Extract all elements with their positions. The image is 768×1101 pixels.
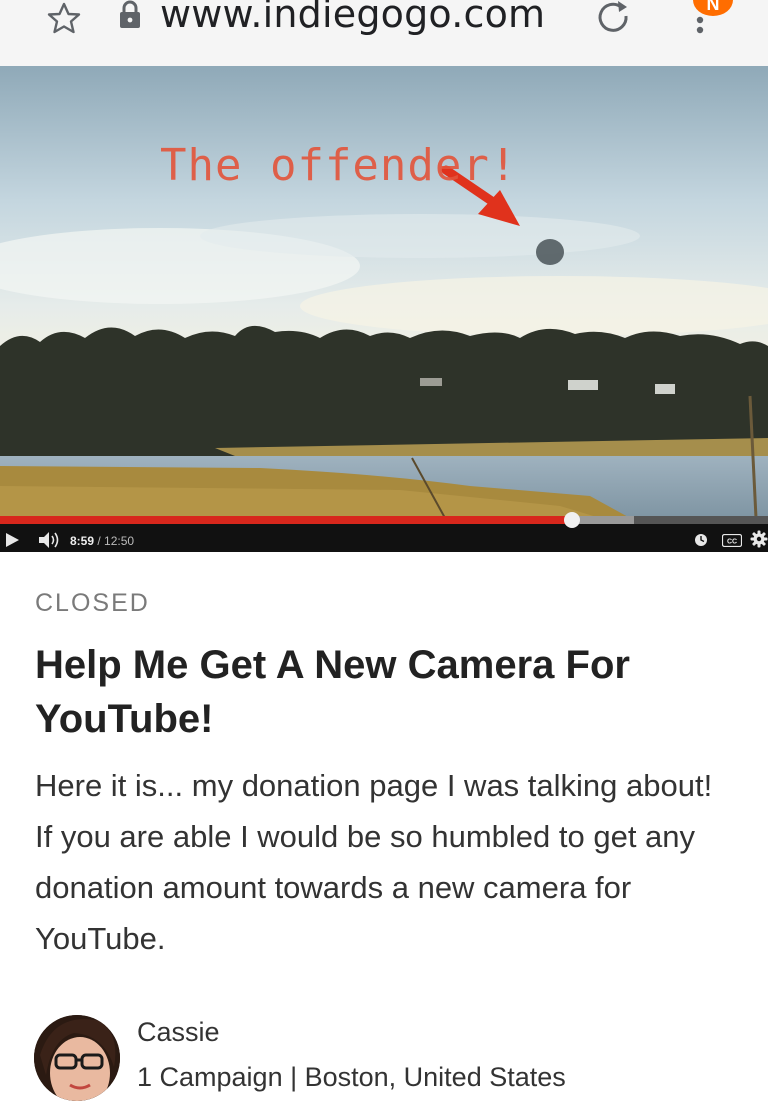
volume-icon[interactable] bbox=[38, 531, 62, 549]
avatar-photo bbox=[34, 1015, 120, 1101]
progress-played bbox=[0, 516, 573, 524]
play-icon[interactable] bbox=[4, 532, 20, 548]
settings-gear-icon[interactable] bbox=[750, 530, 768, 548]
total-time: 12:50 bbox=[104, 534, 135, 548]
owner-avatar[interactable] bbox=[34, 1015, 120, 1101]
video-frame bbox=[0, 66, 768, 518]
svg-text:CC: CC bbox=[727, 539, 737, 546]
video-time-display: 8:59 / 12:50 bbox=[70, 534, 134, 548]
browser-toolbar: www.indiegogo.com N bbox=[0, 0, 768, 67]
video-progress-bar[interactable] bbox=[0, 512, 768, 528]
campaign-video-player[interactable]: The offender! 8:59 / 12:50 CC bbox=[0, 66, 768, 552]
reload-icon[interactable] bbox=[594, 0, 634, 38]
campaign-status-label: CLOSED bbox=[35, 589, 150, 617]
captions-icon[interactable]: CC bbox=[722, 534, 742, 547]
owner-name[interactable]: Cassie bbox=[137, 1017, 220, 1048]
campaign-title[interactable]: Help Me Get A New Camera For YouTube! bbox=[35, 638, 735, 746]
campaign-description: Here it is... my donation page I was tal… bbox=[35, 768, 713, 956]
watch-later-icon[interactable] bbox=[694, 533, 708, 547]
current-time: 8:59 bbox=[70, 534, 95, 548]
time-separator: / bbox=[94, 534, 105, 548]
video-annotation-text: The offender! bbox=[160, 140, 518, 191]
lock-icon bbox=[120, 0, 140, 28]
owner-meta: 1 Campaign | Boston, United States bbox=[137, 1062, 566, 1092]
address-bar-url[interactable]: www.indiegogo.com bbox=[160, 0, 545, 36]
bookmark-star-icon[interactable] bbox=[44, 0, 84, 36]
